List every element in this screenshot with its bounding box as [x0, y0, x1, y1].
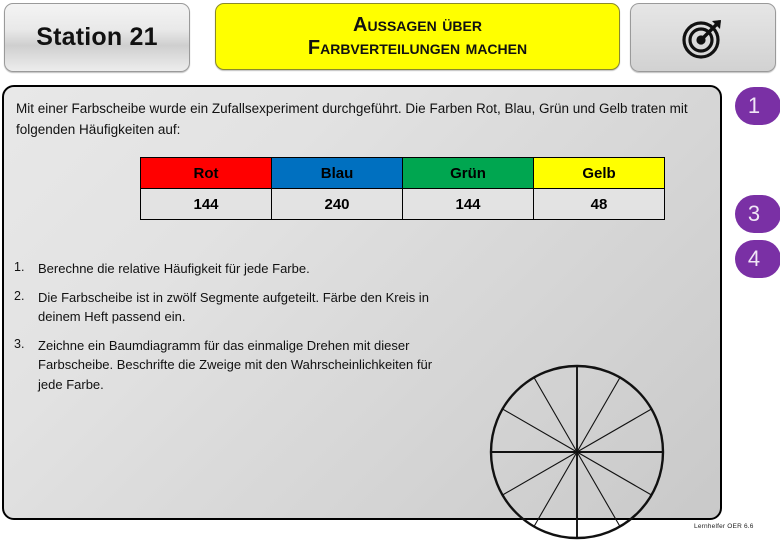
title-line-2: Farbverteilungen machen — [307, 36, 528, 59]
task-item-1: 1. Berechne die relative Häufigkeit für … — [14, 259, 434, 279]
nav-badge-3[interactable]: 3 — [735, 195, 780, 233]
title-banner: Aussagen über Farbverteilungen machen — [215, 3, 620, 70]
task-number-3: 3. — [14, 336, 25, 351]
table-value-row: 144 240 144 48 — [140, 188, 665, 220]
slide-root: Station 21 Aussagen über Farbverteilunge… — [0, 0, 780, 540]
content-panel: Mit einer Farbscheibe wurde ein Zufallse… — [2, 85, 722, 540]
table-value-gruen: 144 — [402, 188, 534, 220]
nav-badge-4-label: 4 — [747, 246, 761, 271]
nav-badge-3-label: 3 — [747, 201, 761, 226]
topic-icon-box — [630, 3, 776, 72]
footer-credit: Lernhelfer OER 6.6 — [694, 523, 754, 530]
table-header-row: Rot Blau Grün Gelb — [140, 157, 665, 189]
nav-badge-4[interactable]: 4 — [735, 240, 780, 278]
task-number-1: 1. — [14, 260, 25, 274]
table-header-gelb: Gelb — [533, 157, 665, 189]
task-text-2: Die Farbscheibe ist in zwölf Segmente au… — [38, 289, 429, 325]
nav-badge-1-label: 1 — [747, 93, 761, 118]
frequency-table: Rot Blau Grün Gelb 144 240 144 48 — [140, 157, 665, 220]
color-wheel-diagram — [487, 362, 667, 542]
table-value-blau: 240 — [271, 188, 403, 220]
intro-text: Mit einer Farbscheibe wurde ein Zufallse… — [16, 101, 688, 137]
table-header-blau: Blau — [271, 157, 403, 189]
task-item-2: 2. Die Farbscheibe ist in zwölf Segmente… — [14, 288, 434, 327]
twelve-segment-circle-icon — [489, 364, 665, 540]
task-number-2: 2. — [14, 288, 25, 303]
task-text-1: Berechne die relative Häufigkeit für jed… — [38, 261, 310, 276]
station-label: Station 21 — [36, 23, 158, 51]
task-text-3: Zeichne ein Baumdiagramm für das einmali… — [38, 337, 433, 392]
target-icon — [682, 19, 721, 59]
table-value-gelb: 48 — [533, 188, 665, 220]
table-header-gruen: Grün — [402, 157, 534, 189]
task-item-3: 3. Zeichne ein Baumdiagramm für das einm… — [14, 336, 434, 395]
nav-badge-1[interactable]: 1 — [735, 87, 780, 125]
table-value-rot: 144 — [140, 188, 272, 220]
table-header-rot: Rot — [140, 157, 272, 189]
task-list: 1. Berechne die relative Häufigkeit für … — [14, 259, 434, 403]
title-line-1: Aussagen über — [353, 14, 482, 37]
station-badge: Station 21 — [4, 3, 190, 72]
